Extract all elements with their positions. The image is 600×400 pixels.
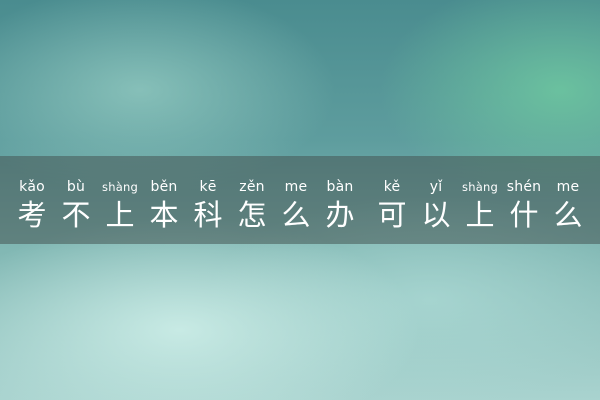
hanzi: 办 [325, 198, 355, 232]
syllable-me: me 么 [276, 178, 316, 232]
pinyin: bàn [326, 179, 354, 195]
pinyin: kē [199, 179, 217, 195]
hanzi: 科 [193, 198, 223, 232]
hanzi: 么 [553, 198, 583, 232]
hanzi: 以 [421, 198, 451, 232]
hanzi: 怎 [237, 198, 267, 232]
syllable-ban: bàn 办 [320, 178, 360, 232]
pinyin: me [284, 179, 308, 195]
syllable-yi: yǐ 以 [416, 178, 456, 232]
syllable-kao: kǎo 考 [12, 178, 52, 232]
hanzi: 上 [105, 198, 135, 232]
page-title: kǎo 考 bù 不 shàng 上 běn 本 kē 科 zěn 怎 me 么… [0, 178, 600, 232]
pinyin: bù [66, 179, 86, 195]
syllable-zen: zěn 怎 [232, 178, 272, 232]
pinyin: běn [150, 179, 178, 195]
background-gradient: kǎo 考 bù 不 shàng 上 běn 本 kē 科 zěn 怎 me 么… [0, 0, 600, 400]
hanzi: 本 [149, 198, 179, 232]
pinyin: yǐ [429, 179, 443, 195]
syllable-shang-2: shàng 上 [460, 178, 500, 232]
pinyin: kǎo [19, 179, 45, 195]
pinyin: shàng [102, 180, 138, 194]
pinyin: zěn [239, 179, 265, 195]
hanzi: 上 [465, 198, 495, 232]
pinyin: shén [506, 179, 542, 195]
syllable-ke: kē 科 [188, 178, 228, 232]
hanzi: 不 [61, 198, 91, 232]
syllable-ben: běn 本 [144, 178, 184, 232]
syllable-me-2: me 么 [548, 178, 588, 232]
syllable-shen: shén 什 [504, 178, 544, 232]
pinyin: kě [383, 179, 401, 195]
pinyin: me [556, 179, 580, 195]
hanzi: 什 [509, 198, 539, 232]
hanzi: 考 [17, 198, 47, 232]
syllable-bu: bù 不 [56, 178, 96, 232]
hanzi: 么 [281, 198, 311, 232]
syllable-ke-2: kě 可 [372, 178, 412, 232]
pinyin: shàng [462, 180, 498, 194]
hanzi: 可 [377, 198, 407, 232]
syllable-shang: shàng 上 [100, 178, 140, 232]
